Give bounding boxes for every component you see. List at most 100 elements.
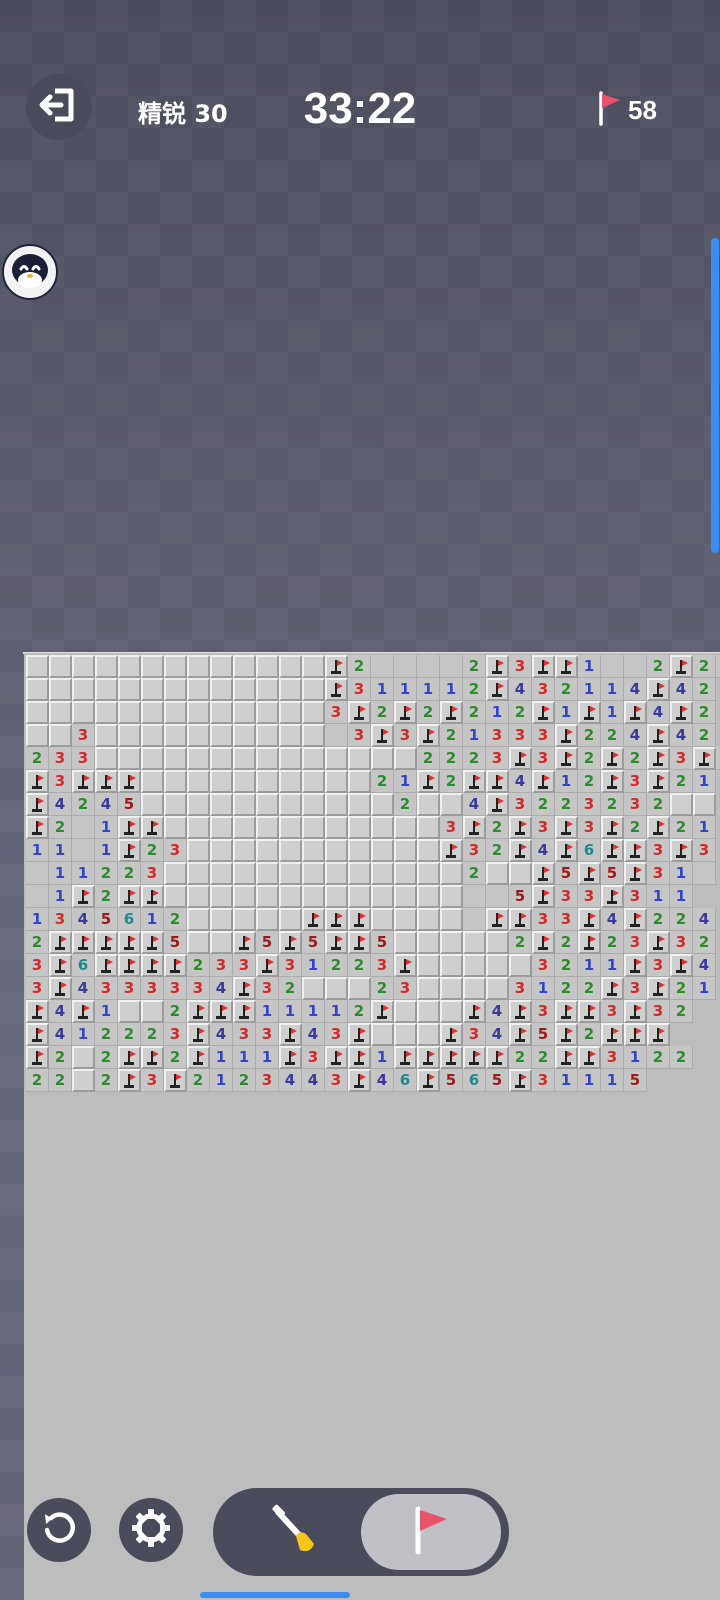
number-cell[interactable]: 5	[601, 862, 624, 885]
number-cell[interactable]: 3	[164, 1023, 187, 1046]
hidden-cell[interactable]	[348, 793, 371, 816]
number-cell[interactable]: 2	[555, 793, 578, 816]
number-cell[interactable]: 3	[532, 954, 555, 977]
hidden-cell[interactable]	[95, 701, 118, 724]
number-cell[interactable]: 3	[279, 954, 302, 977]
number-cell[interactable]: 1	[302, 1000, 325, 1023]
number-cell[interactable]: 1	[394, 678, 417, 701]
hidden-cell[interactable]	[233, 724, 256, 747]
number-cell[interactable]: 3	[463, 1023, 486, 1046]
flag-icon[interactable]	[601, 816, 624, 839]
number-cell[interactable]: 2	[417, 747, 440, 770]
hidden-cell[interactable]	[302, 839, 325, 862]
flag-icon[interactable]	[624, 1000, 647, 1023]
flag-icon[interactable]	[647, 678, 670, 701]
number-cell[interactable]: 2	[555, 977, 578, 1000]
hidden-cell[interactable]	[141, 747, 164, 770]
flag-icon[interactable]	[463, 770, 486, 793]
hidden-cell[interactable]	[49, 701, 72, 724]
hidden-cell[interactable]	[279, 747, 302, 770]
hidden-cell[interactable]	[72, 678, 95, 701]
number-cell[interactable]: 3	[532, 678, 555, 701]
number-cell[interactable]: 1	[601, 701, 624, 724]
hidden-cell[interactable]	[348, 885, 371, 908]
hidden-cell[interactable]	[325, 793, 348, 816]
number-cell[interactable]: 1	[72, 1023, 95, 1046]
number-cell[interactable]: 4	[647, 701, 670, 724]
number-cell[interactable]: 1	[624, 1046, 647, 1069]
hidden-cell[interactable]	[164, 885, 187, 908]
number-cell[interactable]: 5	[371, 931, 394, 954]
number-cell[interactable]: 3	[187, 977, 210, 1000]
hidden-cell[interactable]	[72, 1069, 95, 1092]
hidden-cell[interactable]	[26, 678, 49, 701]
number-cell[interactable]: 4	[95, 793, 118, 816]
hidden-cell[interactable]	[256, 816, 279, 839]
hidden-cell[interactable]	[302, 747, 325, 770]
number-cell[interactable]: 2	[26, 1069, 49, 1092]
hidden-cell[interactable]	[187, 678, 210, 701]
flag-icon[interactable]	[486, 678, 509, 701]
number-cell[interactable]: 3	[394, 724, 417, 747]
hidden-cell[interactable]	[440, 931, 463, 954]
hidden-cell[interactable]	[233, 701, 256, 724]
hidden-cell[interactable]	[210, 770, 233, 793]
number-cell[interactable]: 2	[371, 701, 394, 724]
number-cell[interactable]: 6	[118, 908, 141, 931]
flag-icon[interactable]	[72, 770, 95, 793]
number-cell[interactable]: 2	[463, 655, 486, 678]
number-cell[interactable]: 2	[394, 793, 417, 816]
hidden-cell[interactable]	[187, 724, 210, 747]
flag-icon[interactable]	[348, 908, 371, 931]
hidden-cell[interactable]	[141, 770, 164, 793]
flag-icon[interactable]	[486, 1046, 509, 1069]
hidden-cell[interactable]	[118, 1000, 141, 1023]
number-cell[interactable]: 2	[670, 1046, 693, 1069]
flag-icon[interactable]	[118, 770, 141, 793]
number-cell[interactable]: 3	[49, 908, 72, 931]
flag-icon[interactable]	[417, 770, 440, 793]
number-cell[interactable]: 2	[578, 747, 601, 770]
hidden-cell[interactable]	[394, 839, 417, 862]
restart-button[interactable]	[27, 1498, 91, 1562]
hidden-cell[interactable]	[233, 839, 256, 862]
number-cell[interactable]: 3	[624, 931, 647, 954]
flag-icon[interactable]	[532, 655, 555, 678]
hidden-cell[interactable]	[256, 839, 279, 862]
hidden-cell[interactable]	[233, 747, 256, 770]
hidden-cell[interactable]	[394, 885, 417, 908]
number-cell[interactable]: 4	[72, 908, 95, 931]
number-cell[interactable]: 4	[279, 1069, 302, 1092]
flag-icon[interactable]	[463, 1000, 486, 1023]
hidden-cell[interactable]	[210, 701, 233, 724]
flag-icon[interactable]	[348, 1023, 371, 1046]
number-cell[interactable]: 1	[95, 1000, 118, 1023]
flag-icon[interactable]	[394, 1046, 417, 1069]
flag-icon[interactable]	[601, 770, 624, 793]
number-cell[interactable]: 2	[486, 839, 509, 862]
flag-icon[interactable]	[555, 655, 578, 678]
hidden-cell[interactable]	[302, 724, 325, 747]
number-cell[interactable]: 4	[624, 724, 647, 747]
number-cell[interactable]: 3	[647, 839, 670, 862]
number-cell[interactable]: 3	[49, 770, 72, 793]
hidden-cell[interactable]	[118, 747, 141, 770]
settings-button[interactable]	[119, 1498, 183, 1562]
number-cell[interactable]: 6	[463, 1069, 486, 1092]
flag-icon[interactable]	[325, 908, 348, 931]
hidden-cell[interactable]	[233, 678, 256, 701]
hidden-cell[interactable]	[256, 724, 279, 747]
hidden-cell[interactable]	[118, 724, 141, 747]
number-cell[interactable]: 3	[325, 701, 348, 724]
number-cell[interactable]: 2	[118, 862, 141, 885]
hidden-cell[interactable]	[417, 954, 440, 977]
hidden-cell[interactable]	[394, 747, 417, 770]
number-cell[interactable]: 3	[486, 724, 509, 747]
number-cell[interactable]: 1	[49, 862, 72, 885]
number-cell[interactable]: 1	[463, 724, 486, 747]
number-cell[interactable]: 5	[95, 908, 118, 931]
number-cell[interactable]: 4	[463, 793, 486, 816]
hidden-cell[interactable]	[394, 1023, 417, 1046]
hidden-cell[interactable]	[256, 655, 279, 678]
flag-icon[interactable]	[532, 770, 555, 793]
